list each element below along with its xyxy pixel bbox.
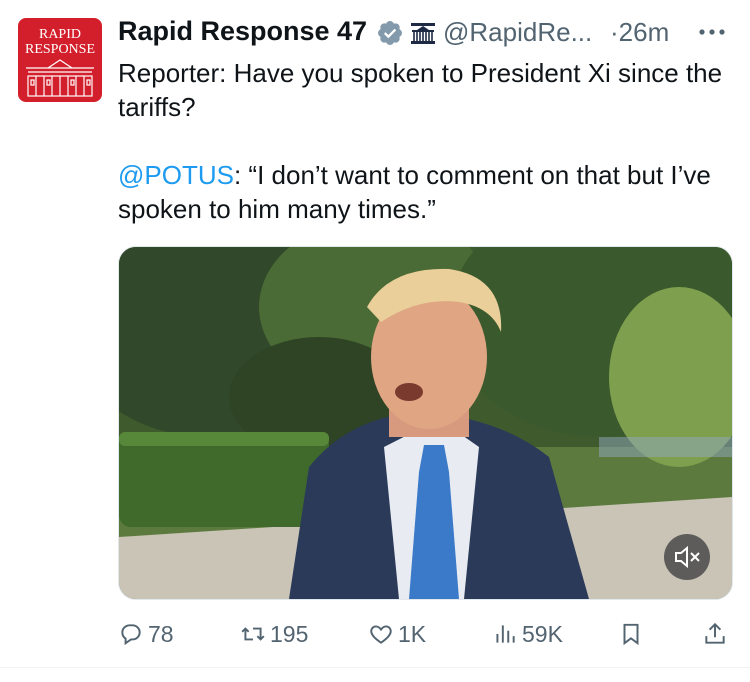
more-icon[interactable]: [694, 20, 730, 44]
reply-button[interactable]: 78: [118, 614, 174, 654]
like-button[interactable]: 1K: [368, 614, 426, 654]
timestamp[interactable]: ·26m: [610, 17, 669, 48]
video-frame: [119, 247, 732, 599]
divider: [0, 667, 750, 668]
tweet[interactable]: RAPID RESPONSE Rapid Response 47 @RapidR…: [0, 0, 750, 682]
like-count: 1K: [398, 620, 427, 647]
author-name[interactable]: Rapid Response 47: [118, 16, 367, 47]
author-handle[interactable]: @RapidRe...: [443, 17, 592, 48]
views-icon: [496, 625, 515, 643]
bookmark-icon: [623, 623, 639, 646]
tweet-actions: 78 195 1K 59K: [118, 614, 738, 654]
views-button[interactable]: 59K: [492, 614, 563, 654]
mention-link[interactable]: @POTUS: [118, 160, 234, 190]
repost-count: 195: [270, 620, 309, 647]
views-count: 59K: [522, 620, 563, 647]
time-value: 26m: [618, 17, 670, 47]
tweet-text: Reporter: Have you spoken to President X…: [118, 56, 738, 226]
reply-count: 78: [148, 620, 174, 647]
reply-icon: [121, 624, 141, 646]
tweet-text-line1: Reporter: Have you spoken to President X…: [118, 58, 723, 122]
time-separator: ·: [610, 17, 619, 47]
share-button[interactable]: [702, 614, 728, 654]
mute-icon: [675, 545, 700, 569]
bookmark-button[interactable]: [618, 614, 644, 654]
white-house-logo-icon: [26, 59, 94, 97]
repost-icon: [241, 627, 265, 641]
repost-button[interactable]: 195: [240, 614, 308, 654]
like-icon: [370, 625, 392, 644]
government-badge-icon: [409, 20, 437, 46]
video-player[interactable]: [118, 246, 733, 600]
tweet-quote: @POTUS: “I don’t want to comment on that…: [118, 158, 738, 226]
verified-badge-icon: [378, 21, 402, 45]
tweet-header: Rapid Response 47 @RapidRe... ·26m: [118, 14, 738, 50]
mute-button[interactable]: [664, 534, 710, 580]
share-icon: [705, 622, 725, 644]
avatar[interactable]: RAPID RESPONSE: [18, 18, 102, 102]
